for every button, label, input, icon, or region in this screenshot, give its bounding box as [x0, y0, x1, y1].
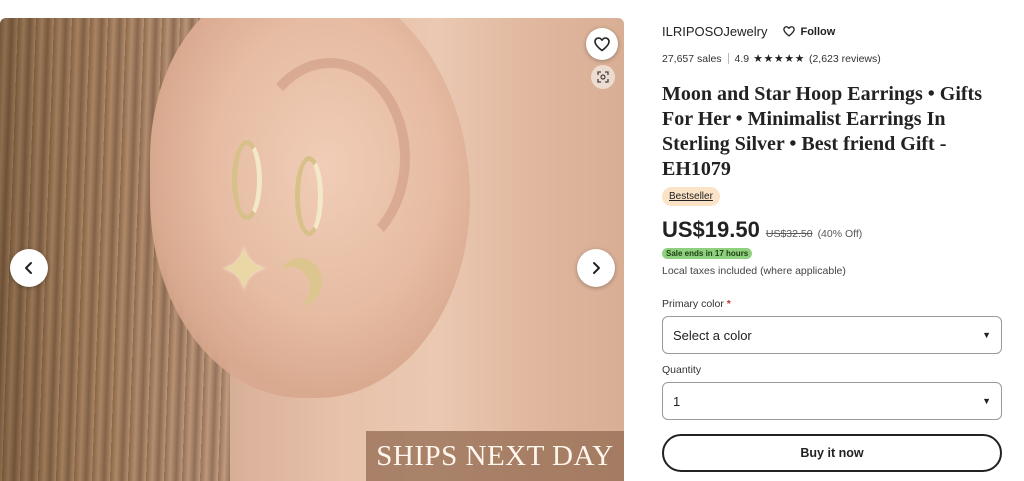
dropdown-caret-icon: ▼ [982, 330, 991, 340]
sale-ends-badge: Sale ends in 17 hours [662, 248, 753, 259]
photo-hoop-earring-left [232, 140, 262, 220]
visual-search-button[interactable] [591, 65, 615, 89]
listing-title: Moon and Star Hoop Earrings • Gifts For … [662, 83, 982, 180]
quantity-select[interactable]: 1 ▼ [662, 382, 1002, 420]
price-row: US$19.50 US$32.50 (40% Off) [662, 217, 862, 243]
favorite-button[interactable] [586, 28, 618, 60]
follow-label: Follow [800, 25, 836, 38]
stats-divider [727, 53, 729, 64]
original-price: US$32.50 [765, 228, 813, 240]
previous-image-button[interactable] [10, 249, 48, 287]
product-photo: ✦ [0, 18, 624, 481]
primary-color-label: Primary color * [662, 298, 731, 310]
dropdown-caret-icon: ▼ [982, 396, 991, 406]
shop-row: ILRIPOSOJewelry Follow [662, 24, 835, 39]
current-price: US$19.50 [662, 217, 760, 242]
ships-next-day-banner: SHIPS NEXT DAY [366, 431, 624, 481]
primary-color-value: Select a color [673, 327, 752, 343]
photo-star-charm: ✦ [218, 236, 270, 305]
shop-name-link[interactable]: ILRIPOSOJewelry [662, 24, 767, 39]
photo-ear-fold [250, 58, 410, 258]
rating-value: 4.9 [734, 52, 750, 65]
shop-stats: 27,657 sales 4.9 ★★★★★ (2,623 reviews) [662, 52, 881, 66]
quantity-label: Quantity [662, 364, 702, 376]
quantity-value: 1 [673, 393, 681, 409]
camera-scan-icon [597, 71, 609, 83]
primary-color-select[interactable]: Select a color ▼ [662, 316, 1002, 354]
taxes-note: Local taxes included (where applicable) [662, 265, 846, 277]
chevron-right-icon [593, 262, 600, 274]
bestseller-badge[interactable]: Bestseller [662, 187, 720, 206]
heart-outline-icon [783, 26, 796, 37]
primary-color-label-text: Primary color [662, 298, 724, 310]
product-image-gallery: ✦ SHIPS NEXT DAY [0, 18, 624, 481]
follow-shop-button[interactable]: Follow [783, 26, 835, 38]
sales-count: 27,657 sales [662, 52, 722, 65]
required-mark: * [726, 298, 731, 310]
reviews-link[interactable]: (2,623 reviews) [809, 53, 881, 65]
next-image-button[interactable] [577, 249, 615, 287]
star-rating-icon: ★★★★★ [753, 53, 805, 65]
buy-it-now-button[interactable]: Buy it now [662, 434, 1002, 472]
heart-icon [594, 36, 610, 51]
discount-percent: (40% Off) [817, 228, 863, 240]
chevron-left-icon [25, 262, 32, 274]
photo-moon-charm [278, 258, 322, 306]
photo-hoop-earring-right [295, 156, 323, 236]
